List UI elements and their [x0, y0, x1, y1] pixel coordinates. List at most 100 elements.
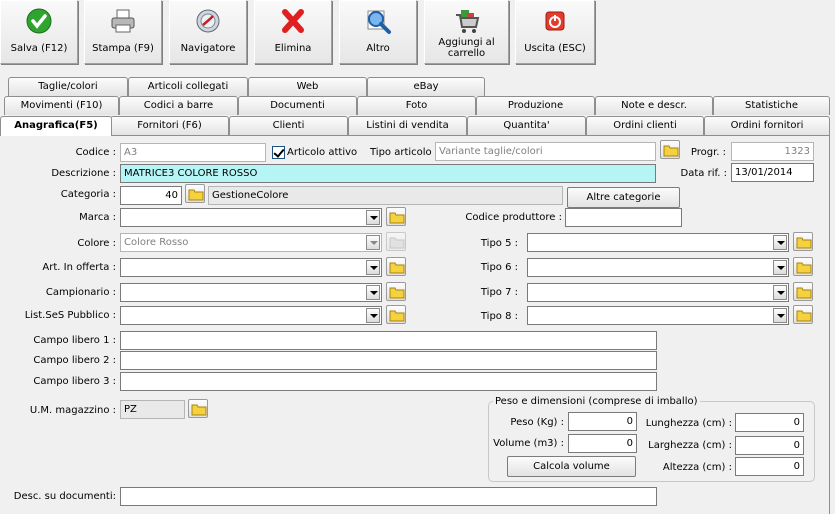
altre-categorie-button[interactable]: Altre categorie: [567, 187, 680, 208]
tipo7-select[interactable]: [527, 283, 789, 302]
tipo8-folder-button[interactable]: [793, 305, 813, 324]
folder-icon: [389, 237, 405, 249]
art-offerta-folder-button[interactable]: [386, 257, 406, 276]
peso-dimensioni-title: Peso e dimensioni (comprese di imballo): [493, 396, 700, 407]
categoria-code-input[interactable]: 40: [120, 186, 182, 205]
altro-button[interactable]: Altro: [339, 0, 417, 64]
tab-listini-vendita[interactable]: Listini di vendita: [348, 116, 467, 135]
chevron-down-icon[interactable]: [366, 210, 380, 225]
codice-input[interactable]: A3: [120, 143, 266, 162]
tab-ordini-clienti[interactable]: Ordini clienti: [586, 116, 704, 135]
chevron-down-icon[interactable]: [366, 308, 380, 323]
calcola-volume-button[interactable]: Calcola volume: [507, 456, 636, 477]
tipo5-label: Tipo 5 :: [480, 238, 518, 249]
list-pubblico-label: List.SeS Pubblico :: [24, 310, 116, 321]
elimina-label: Elimina: [274, 43, 312, 54]
tab-articoli-collegati[interactable]: Articoli collegati: [128, 77, 248, 96]
tab-note-descr[interactable]: Note e descr.: [595, 96, 713, 115]
tab-statistiche[interactable]: Statistiche: [713, 96, 830, 115]
chevron-down-icon[interactable]: [773, 285, 787, 300]
um-folder-button[interactable]: [188, 399, 208, 418]
tab-foto[interactable]: Foto: [357, 96, 476, 115]
descrizione-input[interactable]: MATRICE3 COLORE ROSSO: [120, 164, 656, 183]
altezza-label: Altezza (cm) :: [662, 462, 732, 473]
marca-folder-button[interactable]: [386, 207, 406, 226]
tipo5-select[interactable]: [527, 233, 789, 252]
peso-input[interactable]: 0: [568, 412, 637, 431]
categoria-folder-button[interactable]: [185, 184, 205, 203]
art-offerta-select[interactable]: [120, 258, 382, 277]
tipo-articolo-input[interactable]: Variante taglie/colori: [435, 142, 656, 161]
folder-icon: [796, 237, 812, 249]
list-pubblico-folder-button[interactable]: [386, 305, 406, 324]
chevron-down-icon[interactable]: [366, 235, 380, 250]
elimina-button[interactable]: Elimina: [254, 0, 332, 64]
aggiungi-label-2: carrello: [447, 48, 486, 59]
tab-web[interactable]: Web: [248, 77, 367, 96]
aggiungi-carrello-button[interactable]: Aggiungi al carrello: [424, 0, 509, 64]
stampa-button[interactable]: Stampa (F9): [84, 0, 162, 64]
colore-value: Colore Rosso: [124, 237, 189, 248]
tipo7-label: Tipo 7 :: [480, 287, 518, 298]
folder-icon: [389, 212, 405, 224]
campo-libero-2-label: Campo libero 2 :: [33, 355, 116, 366]
chevron-down-icon[interactable]: [773, 260, 787, 275]
tab-anagrafica[interactable]: Anagrafica(F5): [0, 116, 112, 136]
salva-button[interactable]: Salva (F12): [0, 0, 78, 64]
codice-produttore-input[interactable]: [565, 208, 682, 227]
folder-icon: [188, 189, 204, 201]
salva-label: Salva (F12): [10, 43, 68, 54]
printer-icon: [111, 9, 135, 33]
campionario-select[interactable]: [120, 283, 382, 302]
altezza-input[interactable]: 0: [735, 457, 804, 476]
colore-select[interactable]: Colore Rosso: [120, 233, 382, 252]
folder-icon: [191, 404, 207, 416]
tipo7-folder-button[interactable]: [793, 282, 813, 301]
chevron-down-icon[interactable]: [366, 285, 380, 300]
tipo5-folder-button[interactable]: [793, 232, 813, 251]
larghezza-input[interactable]: 0: [735, 436, 804, 455]
chevron-down-icon[interactable]: [773, 235, 787, 250]
volume-input[interactable]: 0: [568, 434, 637, 453]
chevron-down-icon[interactable]: [366, 260, 380, 275]
tab-clienti[interactable]: Clienti: [229, 116, 348, 135]
tipo-articolo-folder-button[interactable]: [660, 140, 680, 159]
um-magazzino-label: U.M. magazzino :: [29, 405, 116, 416]
chevron-down-icon[interactable]: [773, 308, 787, 323]
desc-documenti-input[interactable]: [120, 487, 657, 506]
progr-input[interactable]: 1323: [731, 142, 814, 161]
data-rif-input[interactable]: 13/01/2014: [731, 163, 814, 182]
descrizione-label: Descrizione :: [51, 168, 116, 179]
codice-produttore-label: Codice produttore :: [465, 212, 562, 223]
aggiungi-label-1: Aggiungi al: [438, 37, 495, 48]
uscita-button[interactable]: Uscita (ESC): [515, 0, 595, 64]
marca-label: Marca :: [79, 212, 116, 223]
campo-libero-2-input[interactable]: [120, 351, 657, 370]
tab-movimenti[interactable]: Movimenti (F10): [4, 96, 119, 115]
tab-documenti[interactable]: Documenti: [238, 96, 357, 115]
tipo-articolo-label: Tipo articolo :: [370, 147, 439, 158]
tipo6-select[interactable]: [527, 258, 789, 277]
tab-ordini-fornitori[interactable]: Ordini fornitori: [704, 116, 830, 135]
folder-icon: [796, 310, 812, 322]
tab-taglie-colori[interactable]: Taglie/colori: [8, 77, 128, 96]
list-pubblico-select[interactable]: [120, 306, 382, 325]
tab-ebay[interactable]: eBay: [367, 77, 485, 96]
tipo6-folder-button[interactable]: [793, 257, 813, 276]
cart-icon: [455, 10, 479, 33]
volume-label: Volume (m3) :: [493, 438, 564, 449]
tab-codici-barre[interactable]: Codici a barre: [119, 96, 238, 115]
campo-libero-1-input[interactable]: [120, 331, 657, 350]
articolo-attivo-checkbox[interactable]: [272, 146, 285, 159]
tab-produzione[interactable]: Produzione: [476, 96, 595, 115]
larghezza-label: Larghezza (cm) :: [648, 440, 732, 451]
campionario-folder-button[interactable]: [386, 282, 406, 301]
navigatore-button[interactable]: Navigatore: [169, 0, 247, 64]
tab-quantita[interactable]: Quantita': [467, 116, 586, 135]
articolo-attivo-label: Articolo attivo: [287, 147, 358, 158]
marca-select[interactable]: [120, 208, 382, 227]
lunghezza-input[interactable]: 0: [735, 413, 804, 432]
tipo8-select[interactable]: [527, 306, 789, 325]
campo-libero-3-input[interactable]: [120, 372, 657, 391]
tab-fornitori[interactable]: Fornitori (F6): [110, 116, 229, 135]
